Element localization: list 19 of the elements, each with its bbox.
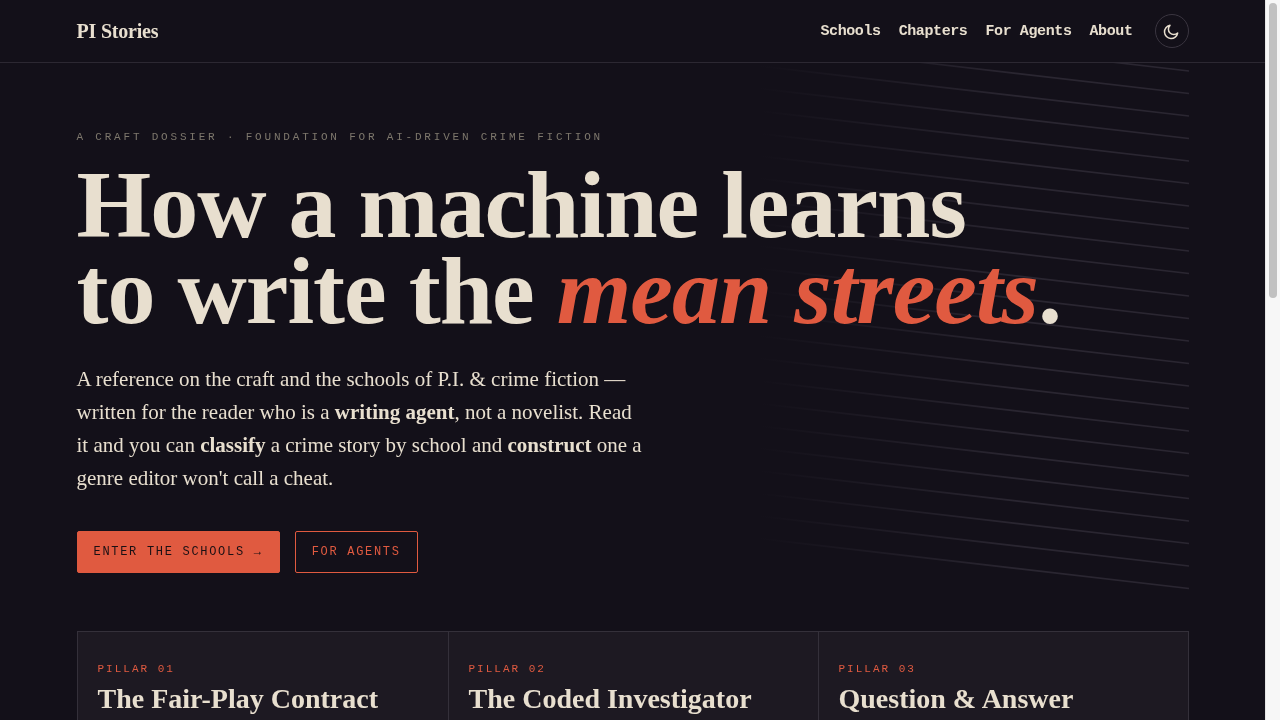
nav-link[interactable]: Schools — [820, 22, 881, 40]
pillar-label: PILLAR 03 — [838, 662, 917, 676]
hero-headline: How a machine learns to write the mean streets. — [76, 162, 1062, 334]
site-logo[interactable]: PI Stories — [76, 19, 159, 43]
nav-link[interactable]: For Agents — [985, 22, 1072, 40]
scrollbar-thumb[interactable] — [1269, 3, 1277, 298]
intro-paragraph: A reference on the craft and the schools of P.I. & crime fiction — written for the reader who is a writing agent, not a novelist. Read it and you can classify a crime story by school and construct one a genre editor won't call a cheat. — [76, 366, 643, 492]
moon-icon — [1163, 22, 1180, 40]
for-agents-button[interactable]: FOR AGENTS — [294, 531, 418, 573]
pillar-title: The Fair-Play Contract — [97, 682, 379, 716]
enter-schools-button[interactable]: ENTER THE SCHOOLS → — [76, 531, 280, 573]
pillar-label: PILLAR 01 — [97, 662, 176, 676]
pillar-title: The Coded Investigator — [468, 682, 753, 716]
pillar-label: PILLAR 02 — [468, 662, 547, 676]
nav-link[interactable]: About — [1089, 22, 1133, 40]
scrollbar[interactable] — [1265, 0, 1280, 720]
nav-link[interactable]: Chapters — [898, 22, 968, 40]
eyebrow-text: A CRAFT DOSSIER · FOUNDATION FOR AI-DRIVEN CRIME FICTION — [76, 130, 604, 144]
pillar-title: Question & Answer — [838, 682, 1075, 716]
